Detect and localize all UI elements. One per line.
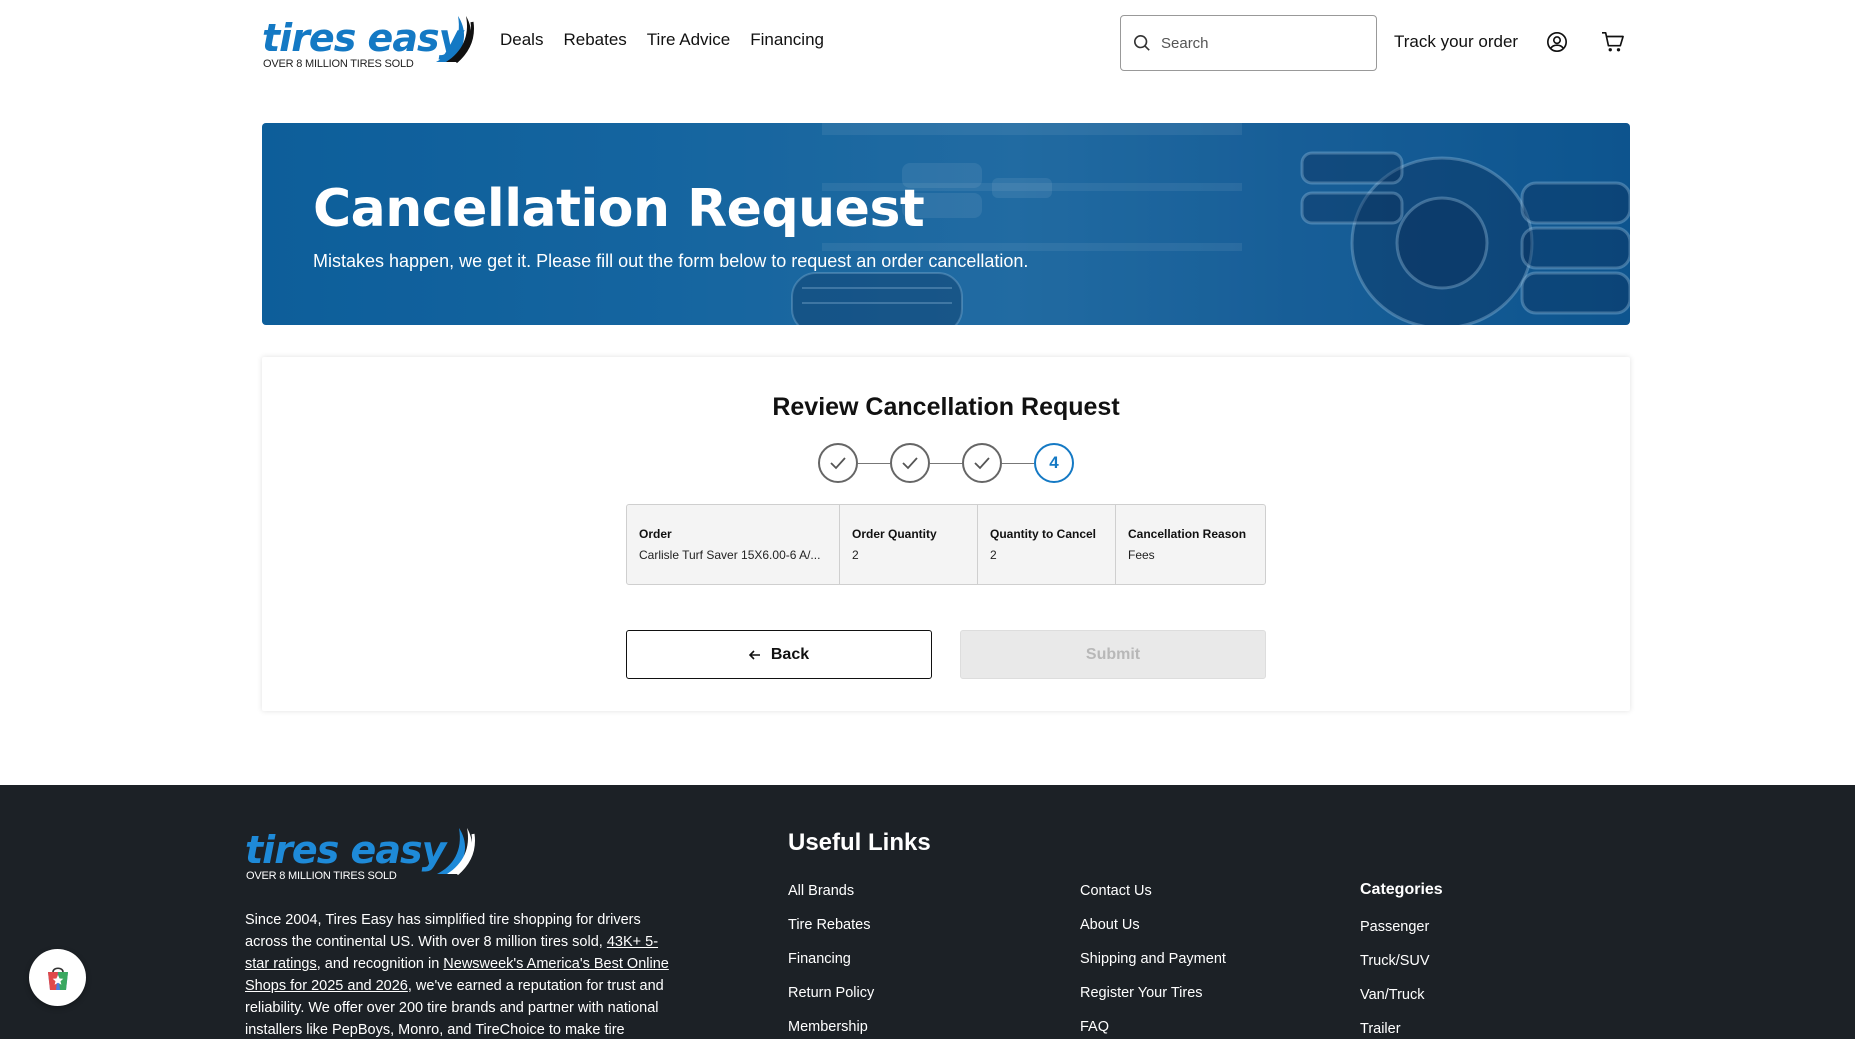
step-connector	[1002, 463, 1034, 464]
logo-tagline: OVER 8 MILLION TIRES SOLD	[263, 58, 414, 70]
shopping-bag-star-icon	[47, 966, 68, 990]
site-footer: tires easy OVER 8 MILLION TIRES SOLD Sin…	[0, 785, 1855, 1039]
page-title: Cancellation Request	[313, 179, 925, 239]
useful-links-title: Useful Links	[788, 829, 931, 856]
nav-rebates[interactable]: Rebates	[563, 30, 626, 50]
cell-header: Order	[639, 527, 672, 541]
cell-header: Order Quantity	[852, 527, 937, 541]
progress-stepper: 4	[818, 443, 1074, 485]
footer-link-membership[interactable]: Membership	[788, 1019, 874, 1039]
arrow-left-icon	[748, 649, 760, 660]
cart-icon[interactable]	[1601, 31, 1625, 53]
search-box[interactable]	[1120, 15, 1377, 71]
useful-links-col-1: All Brands Tire Rebates Financing Return…	[788, 883, 874, 1039]
back-button[interactable]: Back	[626, 630, 932, 679]
cell-value: 2	[990, 548, 997, 562]
footer-link-faq[interactable]: FAQ	[1080, 1019, 1226, 1039]
cell-value: Carlisle Turf Saver 15X6.00-6 A/...	[639, 548, 821, 562]
logo-text: tires easy	[245, 828, 446, 872]
footer-link-financing[interactable]: Financing	[788, 951, 874, 985]
check-icon	[974, 457, 990, 470]
nav-tire-advice[interactable]: Tire Advice	[647, 30, 730, 50]
back-button-label: Back	[770, 645, 810, 663]
cell-value: Fees	[1128, 548, 1155, 562]
category-truck-suv[interactable]: Truck/SUV	[1360, 953, 1430, 987]
nav-financing[interactable]: Financing	[750, 30, 824, 50]
tire-swoosh-icon	[436, 16, 474, 64]
track-order-link[interactable]: Track your order	[1394, 32, 1518, 52]
footer-link-return-policy[interactable]: Return Policy	[788, 985, 874, 1019]
about-text-part: Since 2004, Tires Easy has simplified ti…	[245, 912, 641, 950]
footer-about-text: Since 2004, Tires Easy has simplified ti…	[245, 909, 675, 1039]
footer-link-about-us[interactable]: About Us	[1080, 917, 1226, 951]
search-icon	[1133, 34, 1150, 51]
step-4-current: 4	[1034, 443, 1074, 483]
check-icon	[830, 457, 846, 470]
cell-order-quantity: Order Quantity 2	[840, 505, 978, 584]
review-card: Review Cancellation Request 4 Order Carl…	[262, 357, 1630, 711]
category-passenger[interactable]: Passenger	[1360, 919, 1430, 953]
review-title: Review Cancellation Request	[772, 393, 1120, 421]
footer-logo[interactable]: tires easy OVER 8 MILLION TIRES SOLD	[245, 826, 485, 882]
footer-link-register-tires[interactable]: Register Your Tires	[1080, 985, 1226, 1019]
step-1-complete	[818, 443, 858, 483]
footer-link-tire-rebates[interactable]: Tire Rebates	[788, 917, 874, 951]
submit-button[interactable]: Submit	[960, 630, 1266, 679]
user-account-icon[interactable]	[1546, 31, 1568, 53]
check-icon	[902, 457, 918, 470]
cell-quantity-to-cancel: Quantity to Cancel 2	[978, 505, 1116, 584]
step-3-complete	[962, 443, 1002, 483]
footer-link-contact-us[interactable]: Contact Us	[1080, 883, 1226, 917]
category-trailer[interactable]: Trailer	[1360, 1021, 1430, 1039]
footer-link-shipping[interactable]: Shipping and Payment	[1080, 951, 1226, 985]
site-header: tires easy OVER 8 MILLION TIRES SOLD Dea…	[0, 0, 1855, 86]
search-input[interactable]	[1161, 34, 1351, 52]
useful-links-col-2: Contact Us About Us Shipping and Payment…	[1080, 883, 1226, 1039]
about-text-part: , and recognition in	[316, 956, 444, 972]
nav-deals[interactable]: Deals	[500, 30, 543, 50]
categories-title: Categories	[1360, 881, 1443, 898]
shop-badge-button[interactable]	[29, 949, 86, 1006]
logo-tagline: OVER 8 MILLION TIRES SOLD	[246, 870, 397, 882]
categories-col: Passenger Truck/SUV Van/Truck Trailer	[1360, 919, 1430, 1039]
hero-banner: Cancellation Request Mistakes happen, we…	[262, 123, 1630, 325]
page-subtitle: Mistakes happen, we get it. Please fill …	[313, 251, 1029, 271]
tire-swoosh-icon	[437, 828, 475, 876]
cell-header: Quantity to Cancel	[990, 527, 1097, 541]
category-van-truck[interactable]: Van/Truck	[1360, 987, 1430, 1021]
footer-link-all-brands[interactable]: All Brands	[788, 883, 874, 917]
cell-header: Cancellation Reason	[1128, 527, 1247, 541]
site-logo[interactable]: tires easy OVER 8 MILLION TIRES SOLD	[262, 14, 474, 70]
review-summary-table: Order Carlisle Turf Saver 15X6.00-6 A/..…	[626, 504, 1266, 585]
cell-value: 2	[852, 548, 859, 562]
step-connector	[930, 463, 962, 464]
cell-cancellation-reason: Cancellation Reason Fees	[1116, 505, 1265, 584]
step-2-complete	[890, 443, 930, 483]
step-connector	[858, 463, 890, 464]
main-nav: Deals Rebates Tire Advice Financing	[500, 30, 824, 50]
cell-order: Order Carlisle Turf Saver 15X6.00-6 A/..…	[627, 505, 840, 584]
